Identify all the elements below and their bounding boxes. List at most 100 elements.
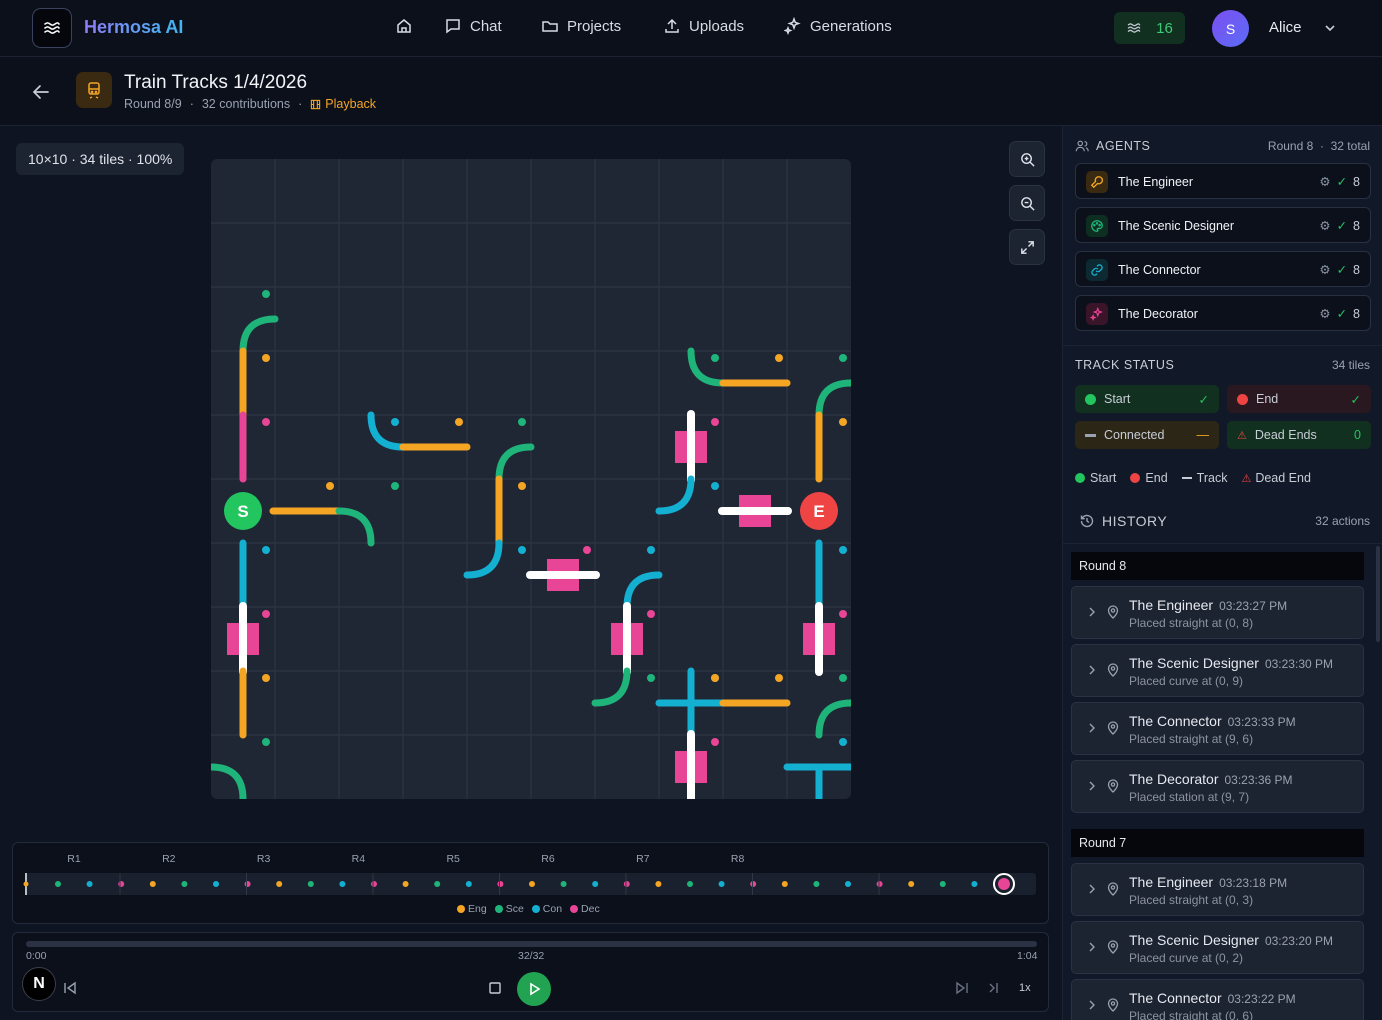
- tile-dot: [262, 418, 270, 426]
- film-icon: [311, 99, 321, 109]
- tile-dot: [262, 354, 270, 362]
- timeline-track[interactable]: R1 R2 R3 R4 R5 R6 R7 R8: [13, 843, 1050, 903]
- check-icon: ✓: [1198, 392, 1209, 407]
- stop-icon[interactable]: [487, 980, 503, 996]
- track-board[interactable]: SE: [211, 159, 851, 799]
- skip-end-icon[interactable]: [985, 980, 1001, 996]
- agent-decorator[interactable]: The Decorator ⚙ ✓ 8: [1075, 295, 1371, 331]
- brand-name[interactable]: Hermosa AI: [84, 17, 183, 38]
- track-curve: [335, 507, 375, 547]
- step-forward-icon[interactable]: [954, 980, 970, 996]
- timeline-event-dot: [339, 881, 346, 887]
- chevron-down-icon[interactable]: [1322, 20, 1338, 36]
- n-badge[interactable]: N: [22, 967, 56, 1001]
- history-time: 03:23:36 PM: [1224, 773, 1293, 787]
- tile-dot: [583, 546, 591, 554]
- round-timeline[interactable]: R1 R2 R3 R4 R5 R6 R7 R8 Eng Sce Con Dec: [12, 842, 1049, 924]
- round-label: R2: [162, 853, 176, 865]
- check-circle-icon: ✓: [1336, 263, 1348, 277]
- history-item[interactable]: The Scenic Designer 03:23:20 PM Placed cu…: [1071, 921, 1364, 974]
- play-button[interactable]: [517, 972, 551, 1006]
- tile-dot: [391, 418, 399, 426]
- nav-uploads-label: Uploads: [689, 17, 745, 35]
- history-time: 03:23:30 PM: [1264, 657, 1333, 671]
- timeline-event-dot: [718, 881, 725, 887]
- playback-link[interactable]: Playback: [310, 97, 376, 111]
- map-pin-icon: [1107, 779, 1119, 793]
- tile-dot: [262, 290, 270, 298]
- track-curve: [239, 315, 279, 355]
- track-curve: [655, 475, 695, 515]
- track-curve: [815, 379, 851, 419]
- user-name[interactable]: Alice: [1269, 19, 1302, 36]
- sparkles-icon: [1086, 303, 1108, 325]
- history-item[interactable]: The Engineer 03:23:18 PM Placed straight …: [1071, 863, 1364, 916]
- history-action: Placed curve at (0, 2): [1129, 951, 1244, 965]
- avatar[interactable]: S: [1212, 10, 1249, 47]
- tile-dot: [839, 418, 847, 426]
- tile-dot: [711, 674, 719, 682]
- timeline-event-dot: [971, 881, 978, 887]
- speed-control[interactable]: 1x: [1019, 982, 1031, 994]
- status-connected: Connected —: [1075, 421, 1219, 449]
- credits-badge[interactable]: 16: [1114, 12, 1185, 44]
- board-area: 10×10 · 34 tiles · 100% SE: [0, 126, 1062, 832]
- expand-icon: [1020, 240, 1034, 254]
- history-time: 03:23:20 PM: [1264, 934, 1333, 948]
- credits-count: 16: [1156, 19, 1173, 37]
- tile-dot: [839, 546, 847, 554]
- tile-dot: [262, 738, 270, 746]
- history-item[interactable]: The Scenic Designer 03:23:30 PM Placed cu…: [1071, 644, 1364, 697]
- back-arrow-icon[interactable]: [30, 81, 52, 103]
- round-label: R5: [446, 853, 460, 865]
- history-item[interactable]: The Engineer 03:23:27 PM Placed straight …: [1071, 586, 1364, 639]
- nav-home[interactable]: [395, 17, 413, 35]
- history-item[interactable]: The Decorator 03:23:36 PM Placed station …: [1071, 760, 1364, 813]
- tile-dot: [839, 738, 847, 746]
- nav-generations[interactable]: Generations: [784, 17, 892, 35]
- end-dot: [1237, 393, 1248, 405]
- waves-icon: [44, 22, 60, 34]
- zoom-out-button[interactable]: [1009, 185, 1045, 221]
- timeline-event-dot: [655, 881, 662, 887]
- nav-chat[interactable]: Chat: [444, 17, 502, 35]
- history-time: 03:23:18 PM: [1219, 876, 1288, 890]
- history-author: The Scenic Designer: [1129, 932, 1259, 948]
- timeline-event-dot: [371, 881, 377, 887]
- history-action: Placed curve at (0, 9): [1129, 674, 1244, 688]
- openai-icon: ⚙: [1319, 219, 1331, 233]
- zoom-in-button[interactable]: [1009, 141, 1045, 177]
- skip-back-icon[interactable]: [62, 980, 78, 996]
- menu-button[interactable]: [32, 8, 72, 48]
- tile-dot: [839, 354, 847, 362]
- round-label: R4: [352, 853, 366, 865]
- agent-scenic-designer[interactable]: The Scenic Designer ⚙ ✓ 8: [1075, 207, 1371, 243]
- fit-screen-button[interactable]: [1009, 229, 1045, 265]
- history-action: Placed straight at (0, 3): [1129, 893, 1254, 907]
- track-curve: [211, 763, 247, 799]
- history-time: 03:23:22 PM: [1227, 992, 1296, 1006]
- timeline-event-dot: [276, 881, 283, 887]
- round-label: R1: [67, 853, 81, 865]
- timeline-event-dot: [687, 881, 693, 887]
- nav-projects[interactable]: Projects: [541, 17, 621, 35]
- map-pin-icon: [1107, 721, 1119, 735]
- timeline-event-dot: [623, 881, 630, 887]
- history-item[interactable]: The Connector 03:23:33 PM Placed straight…: [1071, 702, 1364, 755]
- agent-engineer[interactable]: The Engineer ⚙ ✓ 8: [1075, 163, 1371, 199]
- progress-bar[interactable]: [26, 941, 1037, 947]
- status-start: Start ✓: [1075, 385, 1219, 413]
- history-item[interactable]: The Connector 03:23:22 PM Placed straight…: [1071, 979, 1364, 1020]
- page-title: Train Tracks 1/4/2026: [124, 72, 308, 93]
- nav-uploads[interactable]: Uploads: [663, 17, 744, 35]
- tile-dot: [711, 482, 719, 490]
- zoom-in-icon: [1020, 152, 1035, 167]
- history-scrollbar[interactable]: [1376, 546, 1380, 642]
- start-label: S: [237, 502, 248, 521]
- history-author: The Scenic Designer: [1129, 655, 1259, 671]
- history-author: The Connector: [1129, 713, 1222, 729]
- history-heading: HISTORY: [1079, 513, 1167, 529]
- tile-dot: [711, 354, 719, 362]
- agent-connector[interactable]: The Connector ⚙ ✓ 8: [1075, 251, 1371, 287]
- tile-dot: [518, 418, 526, 426]
